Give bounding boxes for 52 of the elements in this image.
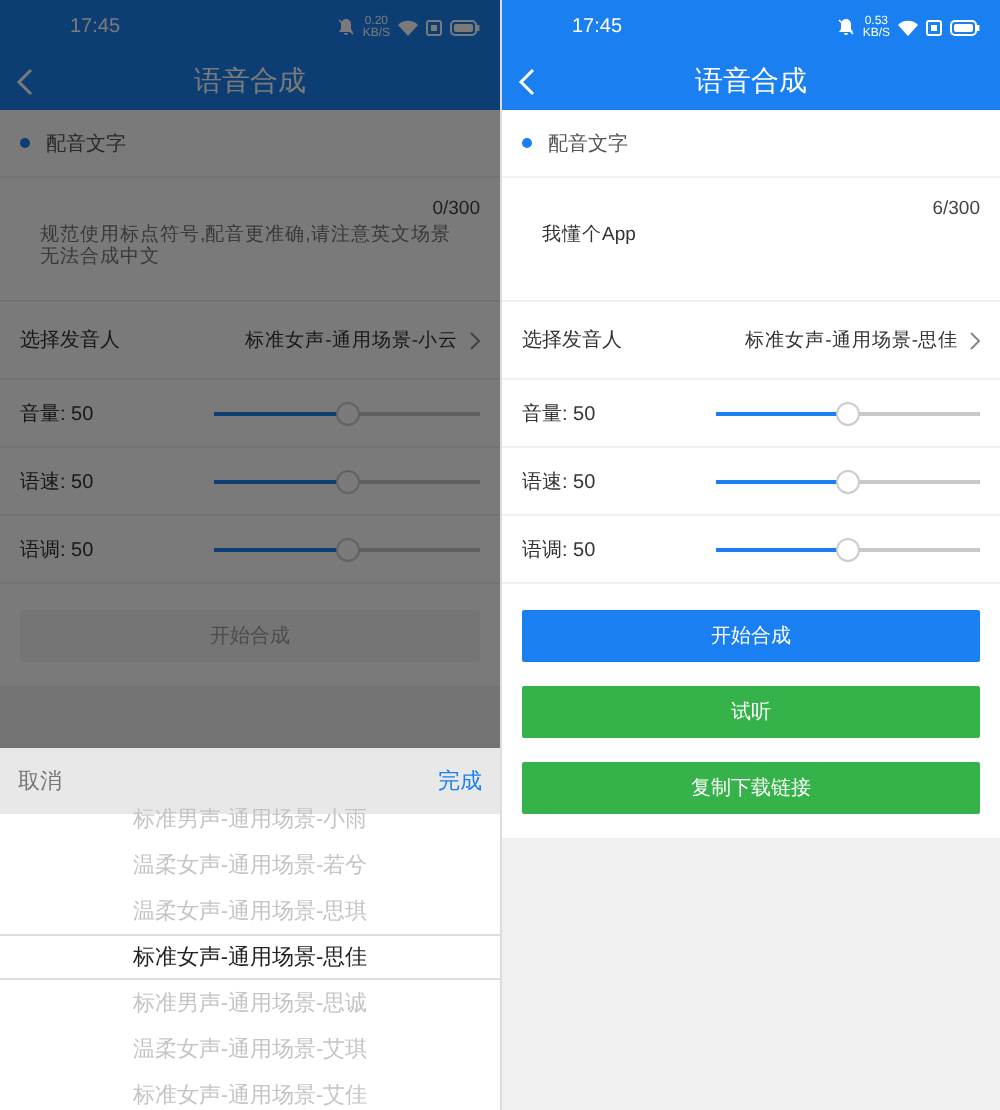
bullet-icon <box>522 138 532 148</box>
char-counter: 0/300 <box>432 198 480 220</box>
picker-option[interactable]: 标准女声-通用场景-思佳 <box>0 934 500 980</box>
slider-label: 语调: 50 <box>20 537 96 563</box>
section-label: 配音文字 <box>46 131 126 157</box>
wifi-icon <box>898 19 918 35</box>
picker-option[interactable]: 标准男声-通用场景-思诚 <box>0 980 500 1026</box>
chevron-icon <box>470 331 480 349</box>
battery-icon <box>950 19 980 35</box>
voice-value[interactable]: 标准女声-通用场景-小云 <box>245 327 458 353</box>
slider-thumb[interactable] <box>836 537 860 561</box>
slider-thumb[interactable] <box>335 401 359 425</box>
picker-option[interactable]: 标准男声-通用场景-小雨 <box>0 796 500 842</box>
cancel-link[interactable]: 取消 <box>18 766 62 796</box>
slider-label: 语速: 50 <box>20 469 96 495</box>
page-title: 语音合成 <box>194 64 306 100</box>
picker-option[interactable]: 温柔女声-通用场景-若兮 <box>0 842 500 888</box>
text-input-field[interactable]: 我懂个App <box>542 224 962 284</box>
battery-icon <box>450 19 480 35</box>
slider-label: 音量: 50 <box>20 401 96 427</box>
status-time: 17:45 <box>572 16 625 38</box>
voice-label: 选择发音人 <box>522 327 624 354</box>
text-input-field[interactable]: 规范使用标点符号,配音更准确,请注意英文场景无法合成中文 <box>40 224 460 284</box>
sim-icon <box>426 19 442 35</box>
voice-label: 选择发音人 <box>20 327 122 354</box>
picker-option[interactable]: 标准女声-通用场景-艾佳 <box>0 1072 500 1110</box>
chevron-icon <box>970 331 980 349</box>
section-label: 配音文字 <box>548 131 628 157</box>
page-title: 语音合成 <box>695 64 807 100</box>
voice-value[interactable]: 标准女声-通用场景-思佳 <box>745 327 958 353</box>
slider-label: 语速: 50 <box>522 469 598 495</box>
wifi-icon <box>398 19 418 35</box>
slider-label: 语调: 50 <box>522 537 598 563</box>
action-button[interactable]: 开始合成 <box>522 610 980 662</box>
status-time: 17:45 <box>70 16 123 38</box>
back-icon[interactable] <box>16 68 34 96</box>
picker-option[interactable]: 温柔女声-通用场景-思琪 <box>0 888 500 934</box>
back-icon[interactable] <box>518 68 536 96</box>
bullet-icon <box>20 138 30 148</box>
sim-icon <box>926 19 942 35</box>
slider-thumb[interactable] <box>836 401 860 425</box>
picker-option[interactable]: 温柔女声-通用场景-艾琪 <box>0 1026 500 1072</box>
slider-thumb[interactable] <box>836 469 860 493</box>
slider-thumb[interactable] <box>335 537 359 561</box>
action-button[interactable]: 复制下载链接 <box>522 762 980 814</box>
char-counter: 6/300 <box>932 198 980 220</box>
done-link[interactable]: 完成 <box>438 766 482 796</box>
mute-icon <box>338 18 355 36</box>
slider-thumb[interactable] <box>335 469 359 493</box>
action-button[interactable]: 试听 <box>522 686 980 738</box>
slider-label: 音量: 50 <box>522 401 598 427</box>
mute-icon <box>838 18 855 36</box>
